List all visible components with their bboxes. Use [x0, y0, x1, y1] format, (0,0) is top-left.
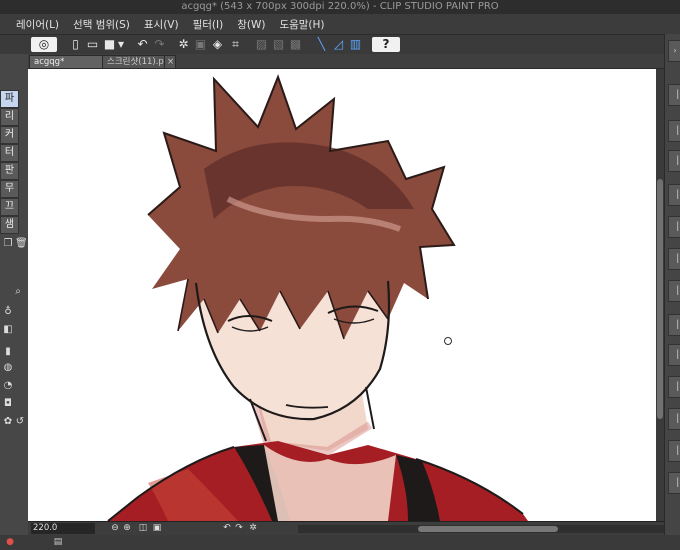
- clear-outside-icon[interactable]: ▣: [193, 37, 208, 52]
- bottom-bar: ● ▤: [0, 535, 680, 550]
- snap-grid-icon[interactable]: ▥: [348, 37, 363, 52]
- open-folder-icon[interactable]: ▭: [85, 37, 100, 52]
- panel-toggle-1[interactable]: ▕: [668, 84, 680, 106]
- panel-toggle-4[interactable]: ▕: [668, 184, 680, 206]
- clip-studio-logo-icon[interactable]: ◎: [31, 37, 57, 52]
- subtool-item-5[interactable]: 판툴: [0, 162, 19, 180]
- vertical-scrollbar[interactable]: [656, 69, 664, 521]
- subtool-item-4[interactable]: 터용: [0, 144, 19, 162]
- subtool-item-7[interactable]: 끄덩: [0, 198, 19, 216]
- tab-screenshot-label: 스크린샷(11).pn: [107, 57, 170, 67]
- fill-icon[interactable]: ◈: [210, 37, 225, 52]
- color-circle-icon[interactable]: ●: [4, 537, 16, 548]
- command-bar: ◎ ▯ ▭ ■ ▾ ↶ ↷ ✲ ▣ ◈ ⌗ ▨ ▧ ▩ ╲ ◿ ▥ ?: [0, 34, 680, 56]
- menu-layer[interactable]: 레이어(L): [0, 17, 66, 32]
- fit-icon[interactable]: ◫: [138, 523, 148, 534]
- zoom-in-icon[interactable]: ⊕: [122, 523, 132, 534]
- menu-selection[interactable]: 선택 범위(S): [66, 17, 137, 32]
- actual-size-icon[interactable]: ▣: [152, 523, 162, 534]
- sub-tool-panel: 파랑 리움 커프 터용 판툴 무게 끄덩 샘플 ❐ 🗑 ⌕ ♁ ◧ ▮ ◍ ◔ …: [0, 54, 29, 550]
- menu-bar: 레이어(L) 선택 범위(S) 표시(V) 필터(I) 창(W) 도움말(H): [0, 14, 680, 34]
- subtool-item-2[interactable]: 리움: [0, 108, 19, 126]
- deselect-icon[interactable]: ▨: [254, 37, 269, 52]
- canvas-status-bar: 220.0 ⊖ ⊕ ◫ ▣ ↶ ↷ ✲: [28, 521, 664, 536]
- panel-toggle-9[interactable]: ▕: [668, 344, 680, 366]
- horizontal-scroll-thumb[interactable]: [418, 526, 558, 532]
- zoom-out-icon[interactable]: ⊖: [110, 523, 120, 534]
- snap-ruler-icon[interactable]: ╲: [314, 37, 329, 52]
- panel-toggle-5[interactable]: ▕: [668, 216, 680, 238]
- new-file-icon[interactable]: ▯: [68, 37, 83, 52]
- texture-icon[interactable]: ◘: [2, 398, 14, 410]
- save-dropdown-icon[interactable]: ▾: [116, 37, 126, 52]
- redo-icon[interactable]: ↷: [152, 37, 167, 52]
- transform-icon[interactable]: ⌗: [228, 37, 243, 52]
- panel-toggle-6[interactable]: ▕: [668, 248, 680, 270]
- panel-toggle-13[interactable]: ▕: [668, 472, 680, 494]
- tab-acgqg[interactable]: acgqg*: [29, 55, 107, 69]
- menu-help[interactable]: 도움말(H): [272, 17, 331, 32]
- panel-toggle-12[interactable]: ▕: [668, 440, 680, 462]
- clear-icon[interactable]: ✲: [176, 37, 191, 52]
- drawing-canvas[interactable]: [28, 69, 656, 521]
- subtool-item-8[interactable]: 샘플: [0, 216, 19, 234]
- stabilization-icon[interactable]: ▮: [2, 346, 14, 358]
- document-tabs: acgqg* 스크린샷(11).pn ×: [28, 54, 664, 69]
- character-illustration: [107, 74, 528, 521]
- brush-shape-icon[interactable]: ◍: [2, 362, 14, 374]
- property-icon[interactable]: ◧: [2, 324, 14, 336]
- layer-thumbnail-icon[interactable]: ▤: [52, 537, 64, 548]
- subtool-item-3[interactable]: 커프: [0, 126, 19, 144]
- panel-toggle-11[interactable]: ▕: [668, 408, 680, 430]
- rotate-right-icon[interactable]: ↷: [234, 523, 244, 534]
- menu-filter[interactable]: 필터(I): [186, 17, 231, 32]
- magnifier-icon[interactable]: ⌕: [12, 286, 24, 298]
- invert-selection-icon[interactable]: ▧: [271, 37, 286, 52]
- show-selection-icon[interactable]: ▩: [288, 37, 303, 52]
- tab-screenshot[interactable]: 스크린샷(11).pn: [102, 55, 172, 69]
- menu-window[interactable]: 창(W): [230, 17, 272, 32]
- tab-acgqg-label: acgqg*: [34, 57, 65, 67]
- subtool-item-1[interactable]: 파랑: [0, 90, 19, 108]
- panel-toggle-7[interactable]: ▕: [668, 280, 680, 302]
- vertical-scroll-thumb[interactable]: [657, 179, 663, 419]
- settings-icon[interactable]: ✿: [2, 416, 14, 428]
- panel-toggle-2[interactable]: ▕: [668, 120, 680, 142]
- snap-special-ruler-icon[interactable]: ◿: [331, 37, 346, 52]
- tab-close-icon[interactable]: ×: [164, 55, 176, 69]
- delete-subtool-icon[interactable]: 🗑: [15, 238, 28, 250]
- zoom-value[interactable]: 220.0: [31, 523, 95, 534]
- reset-icon[interactable]: ↺: [14, 416, 26, 428]
- menu-view[interactable]: 표시(V): [137, 17, 186, 32]
- panel-toggle-10[interactable]: ▕: [668, 376, 680, 398]
- lock-icon[interactable]: ♁: [2, 306, 14, 318]
- save-icon[interactable]: ■: [102, 37, 117, 52]
- panel-toggle-3[interactable]: ▕: [668, 150, 680, 172]
- help-button[interactable]: ?: [372, 37, 400, 52]
- rotate-left-icon[interactable]: ↶: [222, 523, 232, 534]
- reset-rotation-icon[interactable]: ✲: [248, 523, 258, 534]
- subtool-item-6[interactable]: 무게: [0, 180, 19, 198]
- window-title: acgqg* (543 x 700px 300dpi 220.0%) - CLI…: [0, 0, 680, 14]
- panel-collapse-icon[interactable]: ›: [668, 40, 680, 62]
- ink-icon[interactable]: ◔: [2, 380, 14, 392]
- copy-subtool-icon[interactable]: ❐: [2, 238, 14, 250]
- right-panel-strip: › ▕ ▕ ▕ ▕ ▕ ▕ ▕ ▕ ▕ ▕ ▕ ▕ ▕: [664, 34, 680, 550]
- undo-icon[interactable]: ↶: [135, 37, 150, 52]
- panel-toggle-8[interactable]: ▕: [668, 314, 680, 336]
- horizontal-scrollbar[interactable]: [298, 525, 664, 533]
